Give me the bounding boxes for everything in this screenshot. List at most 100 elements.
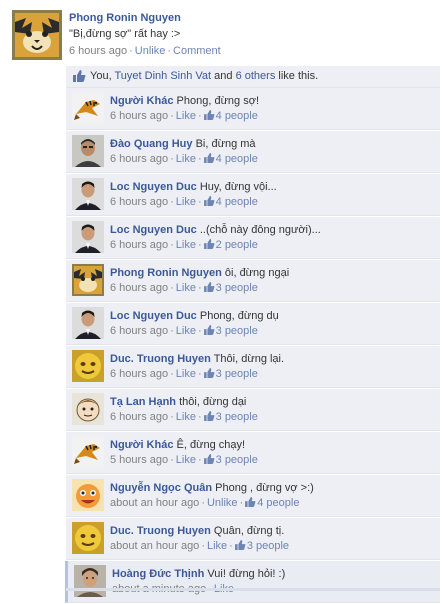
- comment-meta: 5 hours ago · Like · 3 people: [110, 454, 258, 466]
- thumbs-up-icon: [234, 540, 246, 550]
- comment-like-link[interactable]: Like: [207, 540, 227, 552]
- comment-text: Phong, đừng dụ: [199, 310, 279, 322]
- likes-others-link[interactable]: 6 others: [236, 70, 276, 82]
- comment-link[interactable]: Comment: [173, 45, 221, 57]
- thumbs-up-icon: [203, 153, 215, 163]
- comment-likes-link[interactable]: 4 people: [203, 196, 258, 208]
- comment-likes-count: 3 people: [215, 368, 258, 380]
- comment-author-link[interactable]: Tạ Lan Hạnh: [110, 396, 176, 408]
- comment-time[interactable]: 6 hours ago: [110, 325, 168, 337]
- comment-likes-link[interactable]: 4 people: [203, 110, 258, 122]
- comment-like-link[interactable]: Like: [176, 325, 196, 337]
- comment-row: Người Khác Phong, đừng sợ! 6 hours ago · Li…: [66, 88, 440, 130]
- orange-face-icon[interactable]: [72, 479, 104, 511]
- unlike-link[interactable]: Unlike: [135, 45, 166, 57]
- comment-body: Nguyễn Ngọc Quân Phong , đừng vợ >:): [110, 482, 314, 494]
- comment-author-link[interactable]: Đào Quang Huy: [110, 138, 193, 150]
- comment-likes-link[interactable]: 4 people: [245, 497, 299, 509]
- comment-author-link[interactable]: Duc. Truong Huyen: [110, 353, 211, 365]
- man-suit-icon[interactable]: [72, 178, 104, 210]
- man-photo-icon[interactable]: [72, 135, 104, 167]
- comment-body: Loc Nguyen Duc Huy, đừng vội...: [110, 181, 277, 193]
- person-photo-icon[interactable]: [74, 565, 106, 597]
- comment-like-link[interactable]: Like: [176, 153, 196, 165]
- likes-friend-link[interactable]: Tuyet Dinh Sinh Vat: [114, 70, 211, 82]
- comment-time[interactable]: 6 hours ago: [110, 368, 168, 380]
- comment-like-link[interactable]: Like: [176, 454, 196, 466]
- comment-author-link[interactable]: Phong Ronin Nguyen: [110, 267, 222, 279]
- comment-like-link[interactable]: Like: [176, 196, 196, 208]
- comment-likes-link[interactable]: 3 people: [203, 325, 258, 337]
- yellow-face-icon[interactable]: [72, 350, 104, 382]
- comment-time[interactable]: 6 hours ago: [110, 282, 168, 294]
- tiger-mask-icon[interactable]: [72, 264, 104, 296]
- thumbs-up-icon: [203, 196, 215, 206]
- comment-author-link[interactable]: Hoàng Đức Thịnh: [112, 568, 204, 580]
- post-meta: 6 hours ago · Unlike · Comment: [69, 45, 221, 57]
- comment-like-link[interactable]: Like: [176, 411, 196, 423]
- comment-likes-link[interactable]: 3 people: [203, 411, 258, 423]
- thumbs-up-icon: [203, 110, 215, 120]
- comment-author-link[interactable]: Loc Nguyen Duc: [110, 310, 197, 322]
- comment-time[interactable]: 6 hours ago: [110, 110, 168, 122]
- comment-time[interactable]: about an hour ago: [110, 540, 199, 552]
- comment-likes-count: 3 people: [246, 540, 290, 552]
- comment-likes-count: 3 people: [215, 411, 258, 423]
- thumbs-up-icon: [203, 411, 215, 421]
- comment-time[interactable]: about an hour ago: [110, 497, 199, 509]
- comment-author-link[interactable]: Loc Nguyen Duc: [110, 181, 197, 193]
- comment-likes-count: 3 people: [215, 454, 258, 466]
- thumbs-up-icon: [245, 497, 256, 507]
- comment-body: Loc Nguyen Duc Phong, đừng dụ: [110, 310, 279, 322]
- likes-and: and: [214, 70, 233, 82]
- cartoon-face-icon[interactable]: [72, 393, 104, 425]
- thumbs-up-icon: [203, 282, 215, 292]
- comment-author-link[interactable]: Nguyễn Ngọc Quân: [110, 482, 212, 494]
- comment-body: Người Khác Ê, đừng chạy!: [110, 439, 245, 451]
- comment-likes-link[interactable]: 3 people: [203, 454, 258, 466]
- comment-body: Duc. Truong Huyen Thôi, dừng lại.: [110, 353, 284, 365]
- comment-text: thôi, đừng dại: [179, 396, 247, 408]
- tiger-icon[interactable]: [72, 436, 104, 468]
- comment-author-link[interactable]: Người Khác: [110, 95, 173, 107]
- comment-like-link[interactable]: Like: [176, 239, 196, 251]
- post-time[interactable]: 6 hours ago: [69, 45, 127, 57]
- comment-meta: 6 hours ago · Like · 3 people: [110, 325, 258, 337]
- comment-time[interactable]: 6 hours ago: [110, 196, 168, 208]
- comment-like-link[interactable]: Like: [176, 282, 196, 294]
- comment-body: Loc Nguyen Duc ..(chỗ này đông người)...: [110, 224, 321, 236]
- comment-author-link[interactable]: Người Khác: [110, 439, 173, 451]
- comment-likes-count: 4 people: [215, 110, 258, 122]
- comment-author-link[interactable]: Duc. Truong Huyen: [110, 525, 211, 537]
- comment-time[interactable]: 5 hours ago: [110, 454, 168, 466]
- comment-likes-link[interactable]: 4 people: [203, 153, 258, 165]
- comment-body: Hoàng Đức Thịnh Vui! đừng hỏi! :): [112, 568, 285, 580]
- comment-time[interactable]: 6 hours ago: [110, 411, 168, 423]
- comment-text: Ê, đừng chạy!: [176, 439, 246, 451]
- comment-text: Phong , đừng vợ >:): [215, 482, 314, 494]
- story-post: Phong Ronin Nguyen "Bị,đừng sợ" rất hay …: [0, 0, 442, 62]
- comment-meta: 6 hours ago · Like · 4 people: [110, 153, 258, 165]
- yellow-face-icon[interactable]: [72, 522, 104, 554]
- comment-likes-count: 3 people: [215, 325, 258, 337]
- comment-time[interactable]: 6 hours ago: [110, 239, 168, 251]
- comment-like-link[interactable]: Like: [176, 110, 196, 122]
- comment-likes-count: 3 people: [215, 282, 258, 294]
- comment-author-link[interactable]: Loc Nguyen Duc: [110, 224, 197, 236]
- comment-likes-count: 4 people: [215, 196, 258, 208]
- tiger-mask-avatar-icon[interactable]: [12, 10, 62, 60]
- man-suit-icon[interactable]: [72, 307, 104, 339]
- comment-like-link[interactable]: Unlike: [207, 497, 238, 509]
- comment-likes-link[interactable]: 3 people: [234, 540, 290, 552]
- post-author-link[interactable]: Phong Ronin Nguyen: [69, 12, 181, 24]
- man-suit-icon[interactable]: [72, 221, 104, 253]
- tiger-icon[interactable]: [72, 92, 104, 124]
- comment-likes-link[interactable]: 2 people: [203, 239, 258, 251]
- comment-text: Thôi, dừng lại.: [213, 353, 285, 365]
- comment-time[interactable]: 6 hours ago: [110, 153, 168, 165]
- comment-like-link[interactable]: Like: [176, 368, 196, 380]
- comment-likes-link[interactable]: 3 people: [203, 368, 258, 380]
- comment-meta: 6 hours ago · Like · 4 people: [110, 110, 258, 122]
- comment-likes-link[interactable]: 3 people: [203, 282, 258, 294]
- comment-likes-count: 4 people: [215, 153, 258, 165]
